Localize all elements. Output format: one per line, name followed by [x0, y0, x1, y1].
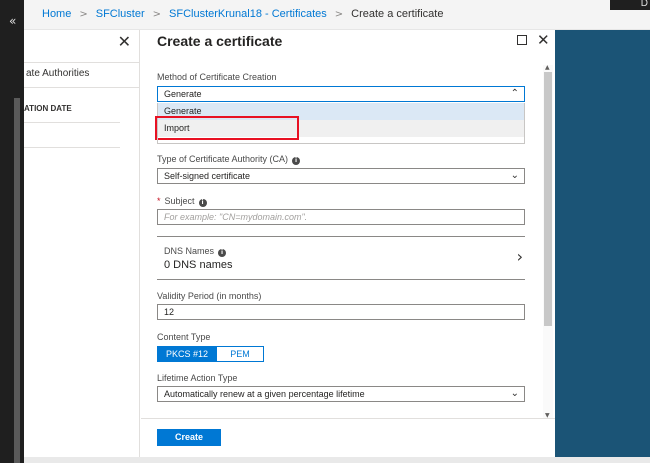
- lifetime-select[interactable]: Automatically renew at a given percentag…: [157, 386, 525, 402]
- left-nav-strip: «: [0, 0, 24, 463]
- blade-title: Create a certificate: [157, 33, 283, 49]
- create-button[interactable]: Create: [157, 429, 221, 446]
- content-type-pkcs12[interactable]: PKCS #12: [157, 346, 218, 362]
- divider: [24, 87, 140, 88]
- create-certificate-blade: Create a certificate ✕ Method of Certifi…: [141, 30, 555, 463]
- chevron-up-icon: ⌃: [510, 88, 519, 99]
- breadcrumb: Home > SFCluster > SFClusterKrunal18 - C…: [42, 8, 443, 20]
- footer-divider: [141, 418, 555, 419]
- chevron-right-icon: ›: [516, 247, 523, 266]
- info-icon: i: [292, 157, 301, 165]
- top-bar: D Home > SFCluster > SFClusterKrunal18 -…: [24, 0, 650, 30]
- dns-names-row[interactable]: DNS Names i 0 DNS names ›: [157, 236, 525, 280]
- info-icon: i: [218, 249, 227, 257]
- maximize-icon[interactable]: [517, 35, 527, 45]
- method-label: Method of Certificate Creation: [157, 72, 277, 82]
- breadcrumb-certificates[interactable]: SFClusterKrunal18 - Certificates: [169, 8, 327, 20]
- divider: [24, 147, 120, 148]
- breadcrumb-separator-icon: >: [334, 8, 344, 20]
- breadcrumb-separator-icon: >: [79, 8, 88, 20]
- subject-label: * Subject i: [157, 196, 207, 207]
- top-right-corner: D: [610, 0, 650, 10]
- breadcrumb-home[interactable]: Home: [42, 8, 71, 20]
- breadcrumb-separator-icon: >: [152, 8, 162, 20]
- horizontal-scrollbar[interactable]: [24, 457, 650, 463]
- required-asterisk: *: [157, 196, 161, 206]
- background-close-icon[interactable]: ✕: [118, 32, 131, 52]
- scrollbar-thumb[interactable]: [544, 72, 552, 326]
- method-dropdown: Generate Import: [155, 103, 525, 140]
- blade-scrollbar[interactable]: ▲ ▼: [543, 64, 553, 419]
- ca-type-select[interactable]: Self-signed certificate ⌄: [157, 168, 525, 184]
- collapse-icon[interactable]: «: [9, 14, 16, 28]
- method-value: Generate: [164, 89, 202, 99]
- obscured-field: [157, 137, 525, 144]
- corner-text: D: [640, 0, 648, 9]
- validity-label: Validity Period (in months): [157, 291, 262, 301]
- column-header-expiration-date[interactable]: ATION DATE: [24, 104, 72, 113]
- validity-input[interactable]: 12: [157, 304, 525, 320]
- lifetime-label: Lifetime Action Type: [157, 373, 238, 383]
- left-nav-scroll-track: [14, 98, 20, 463]
- content-type-pem[interactable]: PEM: [217, 346, 265, 362]
- content-type-label: Content Type: [157, 332, 211, 342]
- info-icon: i: [198, 199, 207, 207]
- scroll-up-icon[interactable]: ▲: [545, 64, 550, 71]
- method-select[interactable]: Generate ⌃: [157, 86, 525, 102]
- ca-type-label: Type of Certificate Authority (CA) i: [157, 154, 301, 165]
- tab-certificate-authorities[interactable]: ate Authorities: [26, 68, 89, 79]
- divider: [24, 122, 120, 123]
- ca-type-value: Self-signed certificate: [164, 171, 251, 181]
- divider: [24, 62, 140, 63]
- content-type-toggle: PKCS #12 PEM: [157, 346, 265, 362]
- chevron-down-icon: ⌄: [510, 388, 519, 399]
- right-background-panel: [555, 30, 650, 463]
- breadcrumb-sfcluster[interactable]: SFCluster: [96, 8, 145, 20]
- chevron-down-icon: ⌄: [510, 170, 519, 181]
- breadcrumb-current: Create a certificate: [351, 8, 444, 20]
- lifetime-value: Automatically renew at a given percentag…: [164, 389, 365, 399]
- dns-names-label: DNS Names i: [164, 246, 227, 257]
- dns-names-count: 0 DNS names: [164, 259, 233, 271]
- background-blade: ✕ ate Authorities ATION DATE: [24, 30, 140, 463]
- close-icon[interactable]: ✕: [537, 31, 550, 49]
- subject-input[interactable]: For example: "CN=mydomain.com".: [157, 209, 525, 225]
